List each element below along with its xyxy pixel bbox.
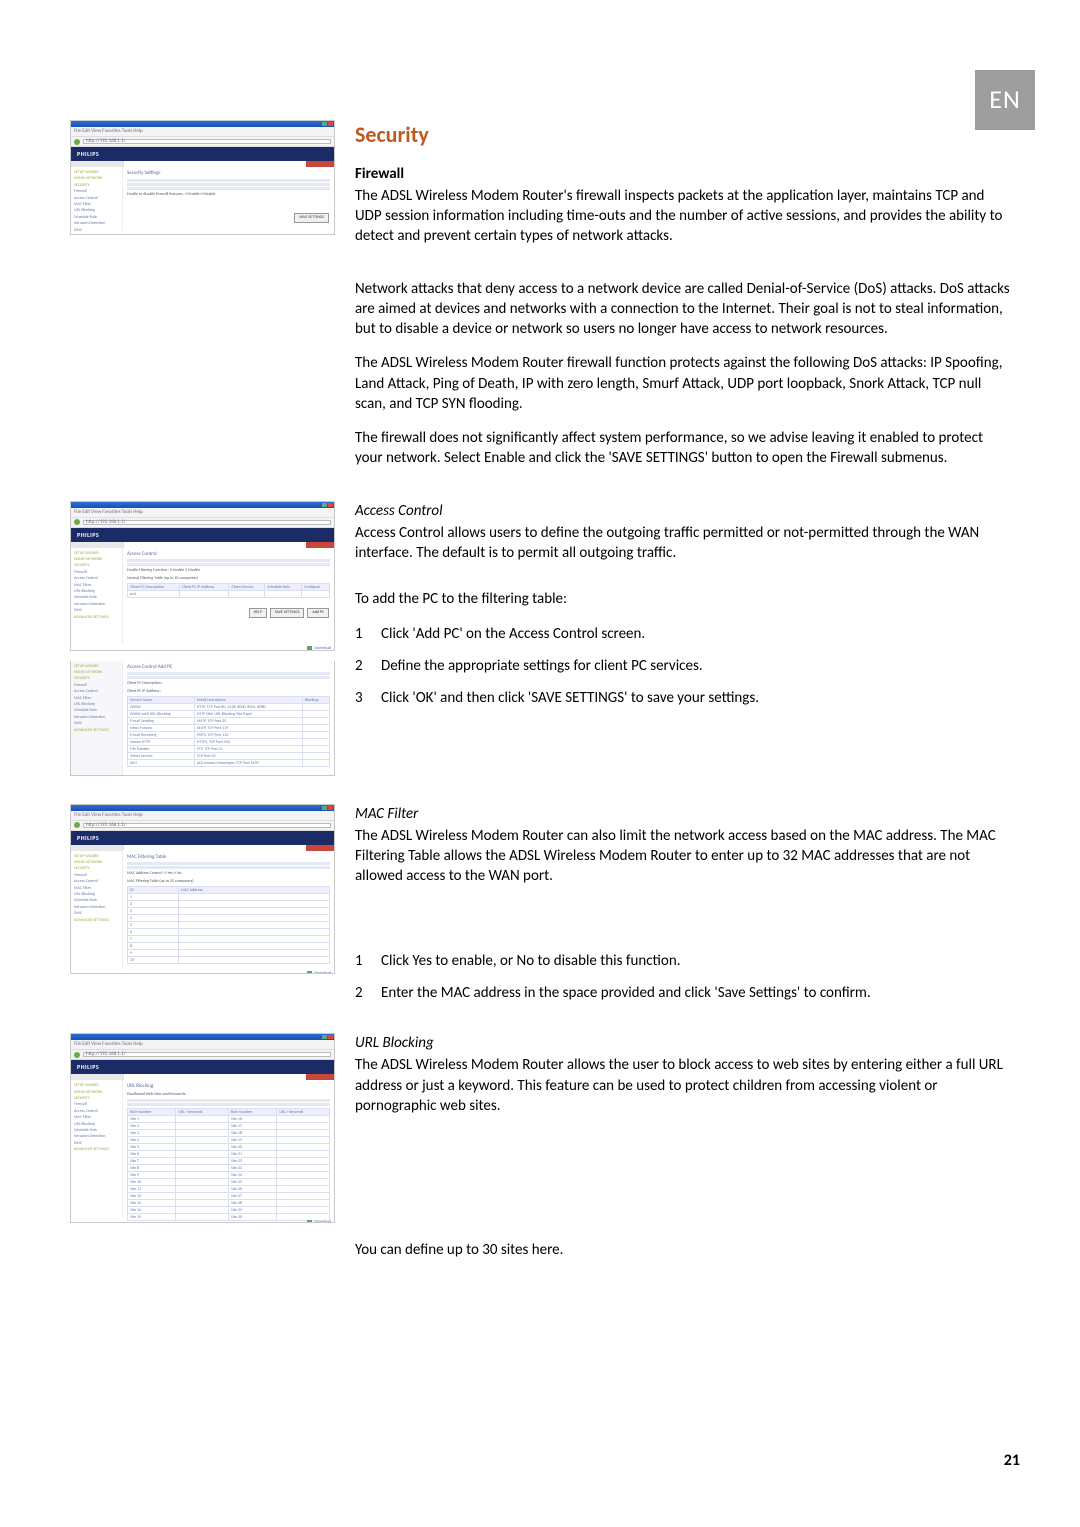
firewall-p2: Network attacks that deny access to a ne… <box>355 279 1010 340</box>
mac-filter-steps: 1Click Yes to enable, or No to disable t… <box>355 951 1010 1004</box>
url-blocking-p1: The ADSL Wireless Modem Router allows th… <box>355 1055 1010 1116</box>
url-blocking-heading: URL Blocking <box>355 1033 1010 1053</box>
page-number: 21 <box>1004 1450 1020 1472</box>
access-control-p2: To add the PC to the filtering table: <box>355 589 1010 609</box>
mac-filter-heading: MAC Filter <box>355 804 1010 824</box>
access-control-steps: 1Click 'Add PC' on the Access Control sc… <box>355 624 1010 709</box>
firewall-p3: The ADSL Wireless Modem Router firewall … <box>355 353 1010 414</box>
screenshot-sidebar: SETUP WIZARD HOME NETWORK SECURITY Firew… <box>71 167 123 231</box>
screenshot-firewall: File Edit View Favorites Tools Help http… <box>70 120 335 235</box>
screenshot-url-blocking: File Edit View Favorites Tools Help http… <box>70 1033 335 1223</box>
firewall-heading: Firewall <box>355 164 1010 184</box>
firewall-p1: The ADSL Wireless Modem Router's firewal… <box>355 186 1010 247</box>
access-control-heading: Access Control <box>355 501 1010 521</box>
mac-filter-p1: The ADSL Wireless Modem Router can also … <box>355 826 1010 887</box>
page-content: File Edit View Favorites Tools Help http… <box>70 120 1010 1292</box>
screenshot-access-control: File Edit View Favorites Tools Help http… <box>70 501 335 651</box>
url-blocking-p2: You can define up to 30 sites here. <box>355 1240 1010 1260</box>
access-control-p1: Access Control allows users to define th… <box>355 523 1010 564</box>
section-title: Security <box>355 120 1010 150</box>
firewall-p4: The firewall does not significantly affe… <box>355 428 1010 469</box>
screenshot-access-control-addpc: SETUP WIZARD HOME NETWORK SECURITY Firew… <box>70 661 335 776</box>
screenshot-mac-filter: File Edit View Favorites Tools Help http… <box>70 804 335 974</box>
